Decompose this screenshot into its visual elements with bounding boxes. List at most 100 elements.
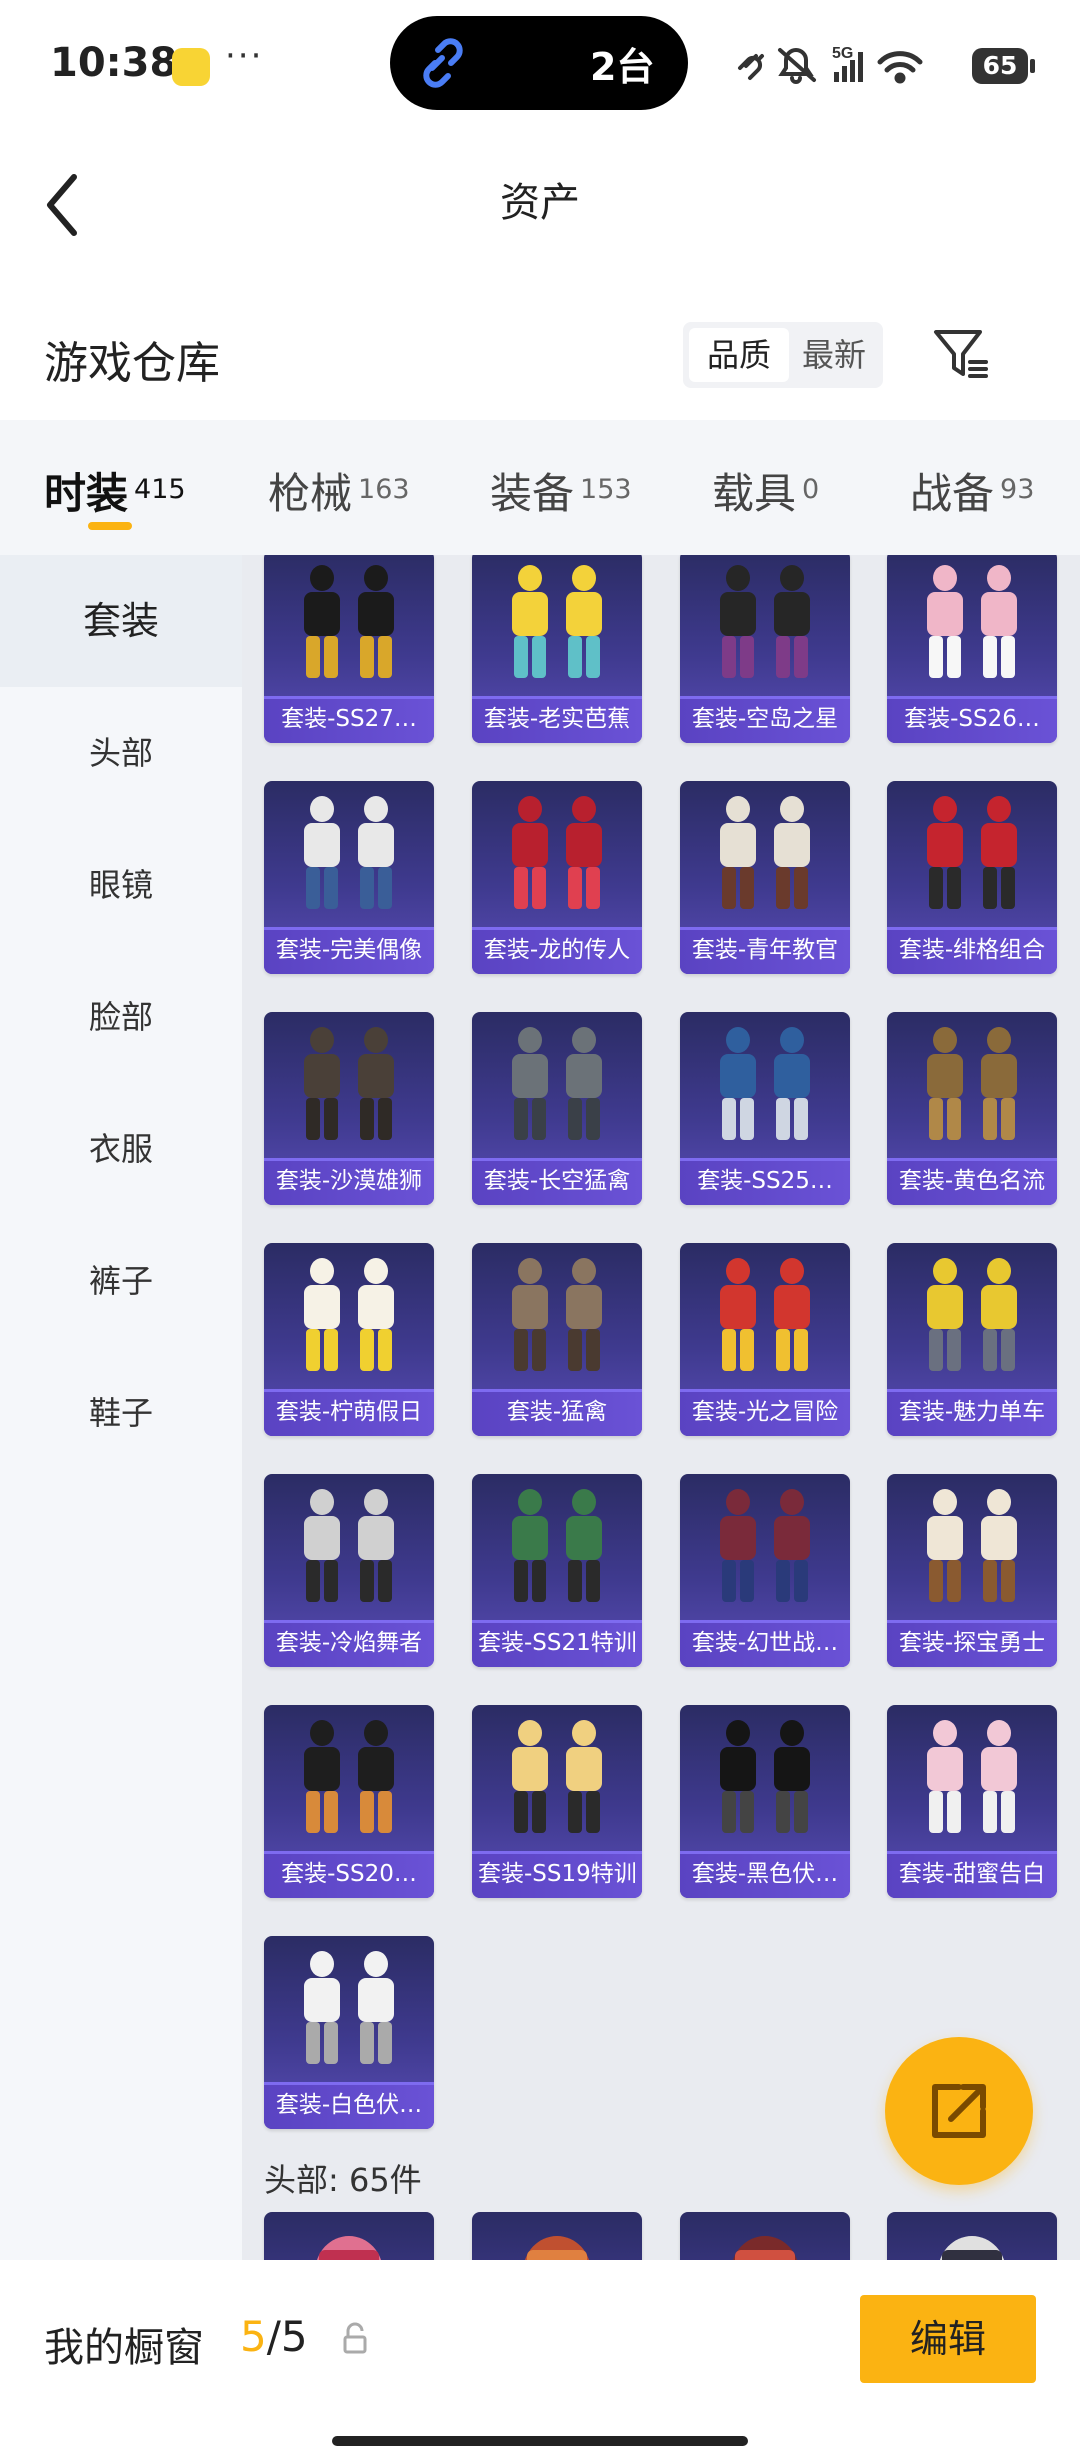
outfit-name: 套装-SS19特训	[472, 1851, 642, 1898]
outfit-card[interactable]: 套装-甜蜜告白	[887, 1705, 1057, 1898]
outfit-card[interactable]: 套装-SS25…	[680, 1012, 850, 1205]
signal-5g-icon: 5G	[832, 45, 863, 82]
outfit-name: 套装-猛禽	[472, 1389, 642, 1436]
tab-vehicles[interactable]: 载具 0	[712, 460, 819, 520]
outfit-name: 套装-甜蜜告白	[887, 1851, 1057, 1898]
outfit-card[interactable]: 套装-SS26…	[887, 555, 1057, 743]
showcase-footer: 我的橱窗 5/5 编辑	[0, 2260, 1080, 2460]
item-grid: 套装-SS27… 套装-老实芭蕉 套装-空岛之星 套装-SS26… 套装-完美偶像 套装-…	[242, 555, 1080, 2260]
outfit-image	[720, 1489, 810, 1602]
section-title: 游戏仓库	[44, 338, 220, 389]
outfit-card[interactable]: 套装-SS27…	[264, 555, 434, 743]
more-notifications-icon: ···	[225, 36, 264, 76]
active-tab-indicator	[88, 522, 132, 530]
status-bar: 10:38 ··· 2台 5G 65	[0, 0, 1080, 125]
tab-fashion[interactable]: 时装 415	[44, 460, 186, 520]
outfit-card[interactable]: 套装-完美偶像	[264, 781, 434, 974]
outfit-image	[512, 1720, 602, 1833]
sort-latest-button[interactable]: 最新	[789, 328, 879, 382]
outfit-image	[927, 1489, 1017, 1602]
showcase-count: 5/5	[240, 2312, 308, 2361]
outfit-card[interactable]: 套装-SS20…	[264, 1705, 434, 1898]
sort-quality-button[interactable]: 品质	[689, 328, 789, 382]
outfit-card[interactable]: 套装-青年教官	[680, 781, 850, 974]
sidebar-item-clothes[interactable]: 衣服	[0, 1083, 242, 1215]
outfit-image	[720, 1258, 810, 1371]
sidebar-item-head[interactable]: 头部	[0, 687, 242, 819]
outfit-image	[927, 1258, 1017, 1371]
share-button[interactable]	[885, 2037, 1033, 2185]
head-item-card[interactable]	[264, 2212, 434, 2260]
outfit-name: 套装-柠萌假日	[264, 1389, 434, 1436]
outfit-card[interactable]: 套装-黄色名流	[887, 1012, 1057, 1205]
outfit-card[interactable]: 套装-黑色伏…	[680, 1705, 850, 1898]
outfit-card[interactable]: 套装-老实芭蕉	[472, 555, 642, 743]
page-title: 资产	[500, 180, 580, 226]
sidebar-item-shoes[interactable]: 鞋子	[0, 1347, 242, 1479]
head-item-image	[524, 2236, 590, 2260]
outfit-name: 套装-空岛之星	[680, 696, 850, 743]
outfit-name: 套装-冷焰舞者	[264, 1620, 434, 1667]
tab-count: 93	[1000, 474, 1035, 505]
outfit-card[interactable]: 套装-幻世战…	[680, 1474, 850, 1667]
outfit-card[interactable]: 套装-白色伏…	[264, 1936, 434, 2129]
edit-button[interactable]: 编辑	[860, 2295, 1036, 2383]
outfit-name: 套装-探宝勇士	[887, 1620, 1057, 1667]
outfit-card[interactable]: 套装-空岛之星	[680, 555, 850, 743]
outfit-name: 套装-SS20…	[264, 1851, 434, 1898]
outfit-image	[720, 565, 810, 678]
outfit-image	[512, 1489, 602, 1602]
outfit-image	[304, 1258, 394, 1371]
outfit-image	[512, 796, 602, 909]
outfit-image	[304, 796, 394, 909]
island-device-count: 2台	[590, 45, 655, 89]
tab-guns[interactable]: 枪械 163	[268, 460, 410, 520]
outfit-image	[927, 1720, 1017, 1833]
app-notification-icon	[172, 48, 210, 86]
outfit-card[interactable]: 套装-SS21特训	[472, 1474, 642, 1667]
head-item-card[interactable]	[680, 2212, 850, 2260]
outfit-name: 套装-绯格组合	[887, 927, 1057, 974]
outfit-card[interactable]: 套装-长空猛禽	[472, 1012, 642, 1205]
outfit-card[interactable]: 套装-绯格组合	[887, 781, 1057, 974]
outfit-card[interactable]: 套装-龙的传人	[472, 781, 642, 974]
outfit-image	[720, 796, 810, 909]
outfit-name: 套装-光之冒险	[680, 1389, 850, 1436]
tab-equipment[interactable]: 装备 153	[490, 460, 632, 520]
outfit-card[interactable]: 套装-魅力单车	[887, 1243, 1057, 1436]
outfit-card[interactable]: 套装-冷焰舞者	[264, 1474, 434, 1667]
sidebar-item-pants[interactable]: 裤子	[0, 1215, 242, 1347]
head-item-image	[316, 2236, 382, 2260]
head-item-card[interactable]	[472, 2212, 642, 2260]
home-indicator	[332, 2436, 748, 2446]
outfit-card[interactable]: 套装-猛禽	[472, 1243, 642, 1436]
outfit-card[interactable]: 套装-探宝勇士	[887, 1474, 1057, 1667]
outfit-card[interactable]: 套装-光之冒险	[680, 1243, 850, 1436]
sidebar-item-outfit[interactable]: 套装	[0, 555, 242, 687]
outfit-name: 套装-青年教官	[680, 927, 850, 974]
showcase-total: 5	[280, 2312, 308, 2361]
asset-screen: { "status_bar": {"time": "10:38", "more"…	[0, 0, 1080, 2460]
showcase-separator: /	[266, 2312, 281, 2361]
link-icon	[423, 38, 463, 88]
head-item-card[interactable]	[887, 2212, 1057, 2260]
tab-label: 战备	[910, 469, 995, 518]
tab-supplies[interactable]: 战备 93	[910, 460, 1034, 520]
outfit-image	[927, 1027, 1017, 1140]
outfit-name: 套装-SS26…	[887, 696, 1057, 743]
sidebar-item-glasses[interactable]: 眼镜	[0, 819, 242, 951]
outfit-image	[512, 1258, 602, 1371]
head-section-count: 头部: 65件	[264, 2161, 422, 2199]
outfit-name: 套装-黄色名流	[887, 1158, 1057, 1205]
filter-icon[interactable]	[930, 326, 990, 382]
outfit-card[interactable]: 套装-沙漠雄狮	[264, 1012, 434, 1205]
lock-icon	[343, 2322, 367, 2354]
outfit-card[interactable]: 套装-柠萌假日	[264, 1243, 434, 1436]
outfit-image	[720, 1027, 810, 1140]
outfit-name: 套装-SS27…	[264, 696, 434, 743]
outfit-card[interactable]: 套装-SS19特训	[472, 1705, 642, 1898]
sidebar-item-face[interactable]: 脸部	[0, 951, 242, 1083]
outfit-name: 套装-SS21特训	[472, 1620, 642, 1667]
svg-text:5G: 5G	[832, 45, 853, 62]
tab-count: 0	[802, 474, 820, 505]
